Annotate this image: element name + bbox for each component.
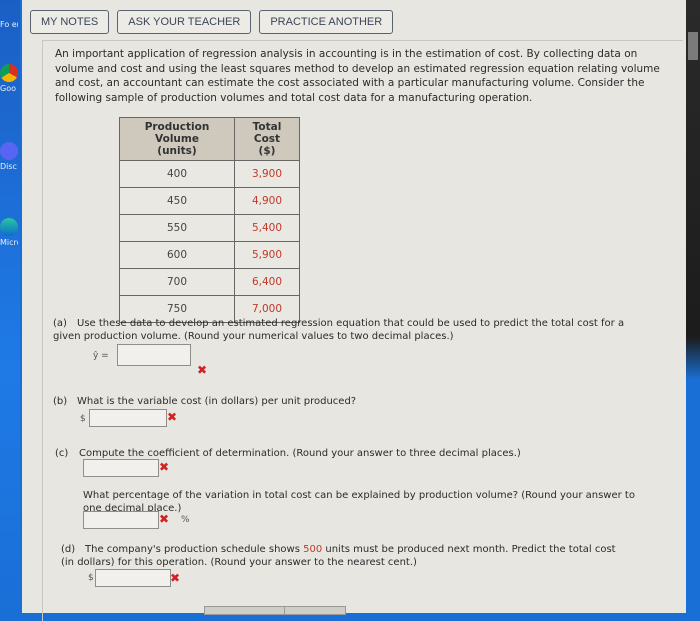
incorrect-icon: ✖ bbox=[197, 363, 208, 377]
table-row: 450 4,900 bbox=[119, 187, 300, 215]
variable-cost-input[interactable] bbox=[89, 409, 167, 427]
predicted-cost-input[interactable] bbox=[95, 569, 171, 587]
desktop-shortcut-edge[interactable]: Micro Edg bbox=[0, 218, 18, 247]
problem-intro: An important application of regression a… bbox=[55, 48, 660, 104]
discord-icon bbox=[0, 142, 18, 160]
coefficient-determination-input[interactable] bbox=[83, 459, 159, 477]
desktop-shortcut-folder[interactable]: Fo en bbox=[0, 16, 18, 29]
table-row: 400 3,900 bbox=[119, 160, 300, 188]
question-d: (d) The company's production schedule sho… bbox=[61, 544, 616, 568]
data-table: Production Volume (units) Total Cost ($) 4… bbox=[119, 117, 300, 323]
adjacent-window-edge bbox=[686, 0, 700, 613]
edge-icon bbox=[0, 218, 18, 236]
incorrect-icon: ✖ bbox=[159, 460, 170, 474]
desktop-shortcut-chrome[interactable]: Goo Chro bbox=[0, 64, 18, 93]
question-b: (b) What is the variable cost (in dollars… bbox=[53, 396, 357, 407]
my-notes-button[interactable]: MY NOTES bbox=[30, 10, 110, 34]
incorrect-icon: ✖ bbox=[159, 512, 170, 526]
toolbar: MY NOTES ASK YOUR TEACHER PRACTICE ANOTH… bbox=[30, 10, 394, 34]
question-page: MY NOTES ASK YOUR TEACHER PRACTICE ANOTH… bbox=[22, 0, 686, 621]
desktop-shortcut-discord[interactable]: Disc bbox=[0, 142, 18, 171]
chrome-icon bbox=[0, 64, 18, 82]
incorrect-icon: ✖ bbox=[167, 410, 178, 424]
percent-sign: % bbox=[181, 515, 190, 525]
practice-another-button[interactable]: PRACTICE ANOTHER bbox=[259, 10, 394, 34]
table-row: 600 5,900 bbox=[119, 241, 300, 269]
dollar-sign: $ bbox=[88, 573, 94, 583]
desktop-background: Fo en Goo Chro Disc Micro Edg bbox=[0, 0, 20, 613]
header-volume: Production Volume (units) bbox=[119, 117, 235, 161]
regression-equation-input[interactable] bbox=[117, 344, 191, 366]
question-content: An important application of regression a… bbox=[42, 40, 683, 621]
production-units-value: 500 bbox=[303, 544, 323, 555]
percentage-explained-input[interactable] bbox=[83, 511, 159, 529]
question-a: (a) Use these data to develop an estimate… bbox=[53, 318, 625, 342]
ask-teacher-button[interactable]: ASK YOUR TEACHER bbox=[117, 10, 252, 34]
save-button-partial[interactable] bbox=[284, 606, 346, 615]
y-hat-label: ŷ = bbox=[93, 351, 109, 361]
incorrect-icon: ✖ bbox=[170, 571, 181, 585]
window-tab bbox=[688, 32, 698, 60]
header-cost: Total Cost ($) bbox=[234, 117, 300, 161]
table-row: 550 5,400 bbox=[119, 214, 300, 242]
dollar-sign: $ bbox=[80, 414, 86, 424]
table-row: 700 6,400 bbox=[119, 268, 300, 296]
